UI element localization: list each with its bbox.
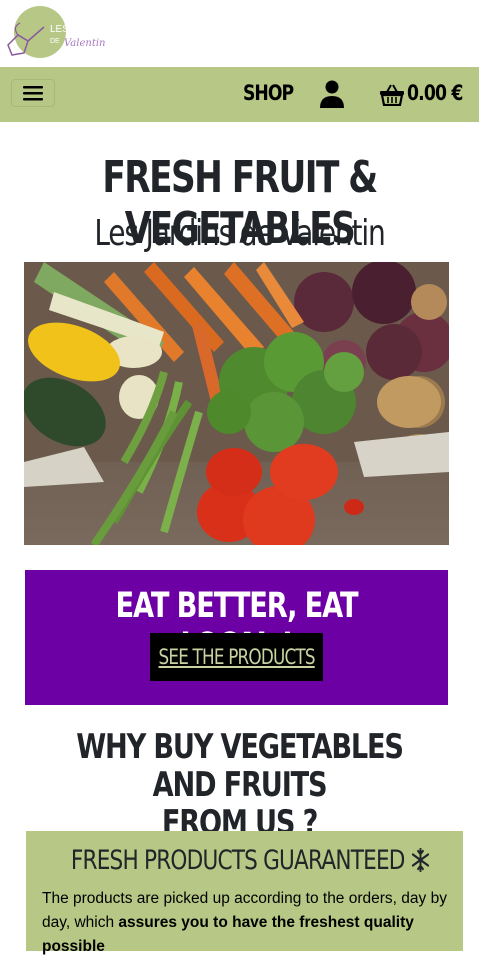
hamburger-icon xyxy=(23,86,43,101)
menu-toggle-button[interactable] xyxy=(11,79,55,107)
shop-link[interactable]: SHOP xyxy=(243,81,294,105)
logo-text-line2: DE xyxy=(50,38,60,45)
feature-title-text: FRESH PRODUCTS GUARANTEED xyxy=(70,845,406,876)
cart-total[interactable]: 0.00 € xyxy=(407,81,463,105)
promo-banner: EAT BETTER, EAT LOCAL ! SEE THE PRODUCTS xyxy=(25,570,448,705)
feature-card: FRESH PRODUCTS GUARANTEED The products a… xyxy=(26,831,463,955)
site-logo[interactable]: LES JARDINS DE Valentin xyxy=(4,5,124,61)
why-heading-line1: WHY BUY VEGETABLES AND FRUITS xyxy=(76,727,404,805)
feature-text: The products are picked up according to … xyxy=(42,887,452,959)
snowflake-icon xyxy=(411,847,429,873)
navbar: SHOP 0.00 € xyxy=(0,67,479,122)
why-heading: WHY BUY VEGETABLES AND FRUITS FROM US ? xyxy=(0,728,479,842)
see-products-button[interactable]: SEE THE PRODUCTS xyxy=(150,633,323,681)
see-products-label: SEE THE PRODUCTS xyxy=(158,645,315,669)
vegetables-photo xyxy=(24,262,449,545)
feature-title: FRESH PRODUCTS GUARANTEED xyxy=(26,845,463,876)
logo-script-text: Valentin xyxy=(64,38,105,49)
site-header: LES JARDINS DE Valentin xyxy=(0,0,479,67)
page-subtitle: Les Jardins de Valentin xyxy=(94,213,386,254)
user-icon[interactable] xyxy=(319,80,345,108)
logo-text-line1: LES JARDINS xyxy=(50,24,115,35)
basket-icon[interactable] xyxy=(379,84,405,106)
